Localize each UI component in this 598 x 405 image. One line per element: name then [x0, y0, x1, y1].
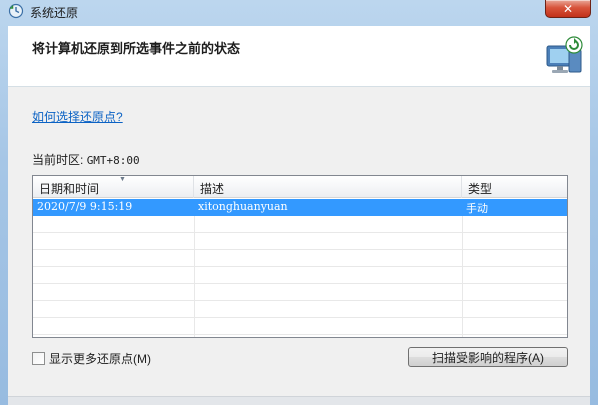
empty-row	[33, 267, 567, 284]
sort-arrow-icon: ▼	[119, 176, 126, 183]
close-icon: ✕	[562, 1, 574, 16]
show-more-label: 显示更多还原点(M)	[49, 352, 151, 366]
row-date: 2020/7/9 9:15:19	[37, 200, 133, 213]
row-type: 手动	[466, 202, 488, 215]
empty-row	[33, 301, 567, 318]
empty-row	[33, 216, 567, 233]
show-more-checkbox[interactable]	[32, 352, 45, 365]
timezone-row: 当前时区: GMT+8:00	[32, 151, 140, 168]
column-header-description[interactable]: 描述	[194, 176, 462, 198]
title-bar[interactable]: 系统还原 ✕	[0, 0, 598, 22]
content-panel: 如何选择还原点? 当前时区: GMT+8:00 日期和时间 ▼ 描述 类型 20…	[8, 87, 590, 405]
header-panel: 将计算机还原到所选事件之前的状态	[8, 26, 590, 87]
help-link[interactable]: 如何选择还原点?	[32, 108, 123, 125]
table-header: 日期和时间 ▼ 描述 类型	[33, 176, 567, 198]
column-header-date[interactable]: 日期和时间 ▼	[33, 176, 194, 198]
column-header-date-label: 日期和时间	[39, 182, 100, 196]
window-title: 系统还原	[30, 6, 79, 20]
column-header-type[interactable]: 类型	[462, 176, 567, 198]
row-description: xitonghuanyuan	[198, 200, 288, 213]
table-row[interactable]: 2020/7/9 9:15:19 xitonghuanyuan 手动	[33, 199, 567, 216]
computer-restore-icon	[546, 36, 583, 73]
empty-row	[33, 318, 567, 335]
system-restore-icon	[8, 3, 24, 19]
bottom-strip	[8, 396, 590, 405]
empty-row	[33, 284, 567, 301]
timezone-value: GMT+8:00	[86, 154, 140, 167]
empty-row	[33, 250, 567, 267]
show-more-option[interactable]: 显示更多还原点(M)	[32, 350, 151, 367]
scan-affected-programs-button[interactable]: 扫描受影响的程序(A)	[408, 347, 568, 367]
page-title: 将计算机还原到所选事件之前的状态	[32, 41, 241, 56]
empty-row	[33, 233, 567, 250]
restore-points-table[interactable]: 日期和时间 ▼ 描述 类型 2020/7/9 9:15:19 xitonghua…	[32, 175, 568, 338]
close-button[interactable]: ✕	[545, 0, 591, 18]
timezone-label: 当前时区:	[32, 153, 84, 167]
window-frame: 系统还原 ✕ 将计算机还原到所选事件之前的状态 如何选择还原点? 当前时区: G…	[0, 0, 598, 405]
